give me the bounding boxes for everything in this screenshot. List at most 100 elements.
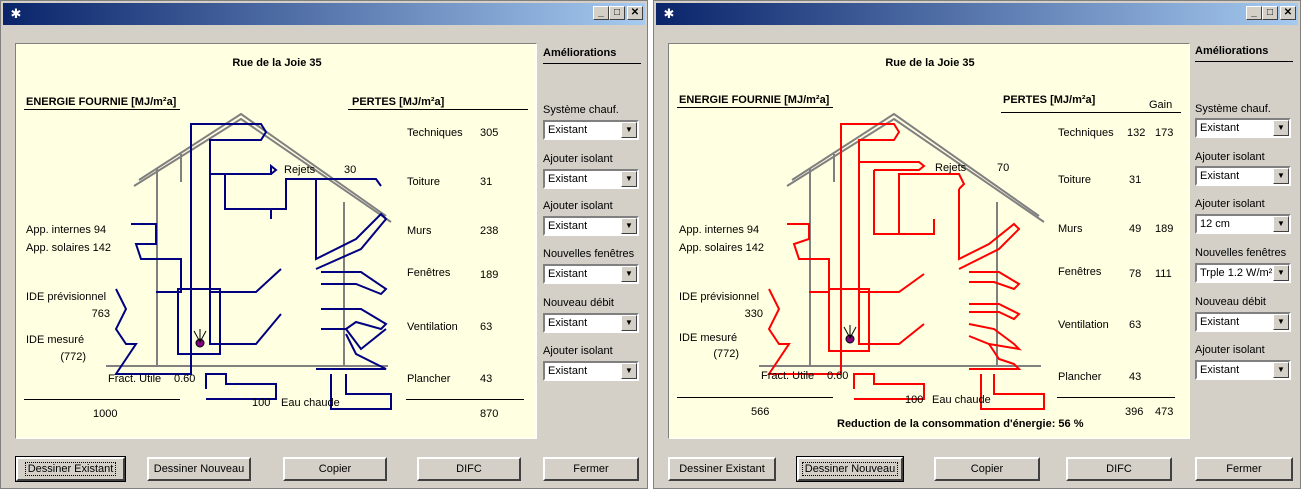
chevron-down-icon[interactable]: ▼ <box>621 266 637 282</box>
floor-insulation-select[interactable]: Existant ▼ <box>1195 360 1291 380</box>
difc-button[interactable]: DIFC <box>1066 457 1172 481</box>
ide-measured-value: (772) <box>60 351 86 363</box>
roof-insulation-select[interactable]: Existant ▼ <box>543 169 639 189</box>
loss-label: Techniques <box>407 127 463 139</box>
wall-insulation-select[interactable]: 12 cm ▼ <box>1195 214 1291 234</box>
ameliorations-title: Améliorations <box>543 47 617 59</box>
app-icon[interactable]: ✱ <box>662 7 676 21</box>
window-new: ✱ _ □ ✕ Rue de la Joie 35 ENERGIE FOURNI… <box>653 0 1301 489</box>
house-outline <box>759 112 1045 367</box>
button-label: Dessiner Nouveau <box>801 462 899 476</box>
title-bar[interactable]: ✱ _ □ ✕ <box>656 3 1298 25</box>
rejets-label: Rejets <box>284 164 316 176</box>
ventilation-rate-select[interactable]: Existant ▼ <box>1195 312 1291 332</box>
chevron-down-icon[interactable]: ▼ <box>1273 120 1289 136</box>
chevron-down-icon[interactable]: ▼ <box>1273 362 1289 378</box>
window-existing: ✱ _ □ ✕ Rue de la Joie 35 ENERGIE FOURNI… <box>0 0 648 489</box>
useful-fraction-label: Fract. Utile <box>108 373 162 385</box>
flame-icon <box>843 325 857 344</box>
option-label: Nouveau débit <box>1195 296 1266 308</box>
app-icon[interactable]: ✱ <box>9 7 23 21</box>
chevron-down-icon[interactable]: ▼ <box>1273 265 1289 281</box>
new-windows-select[interactable]: Existant ▼ <box>543 264 639 284</box>
option-label: Système chauf. <box>543 104 619 116</box>
draw-existing-button[interactable]: Dessiner Existant <box>15 456 126 482</box>
heating-system-select[interactable]: Existant ▼ <box>1195 118 1291 138</box>
loss-value: 43 <box>1129 371 1142 383</box>
maximize-button[interactable]: □ <box>609 6 625 20</box>
maximize-button[interactable]: □ <box>1262 6 1278 20</box>
select-value: Existant <box>548 220 588 232</box>
loss-label: Plancher <box>407 373 451 385</box>
heating-system-select[interactable]: Existant ▼ <box>543 120 639 140</box>
copy-button[interactable]: Copier <box>283 457 387 481</box>
useful-fraction-label: Fract. Utile <box>761 370 815 382</box>
flame-icon <box>193 329 207 348</box>
ide-measured-label: IDE mesuré <box>26 334 85 346</box>
close-button[interactable]: ✕ <box>627 6 643 20</box>
hot-water-label: Eau chaude <box>932 394 991 406</box>
draw-new-button[interactable]: Dessiner Nouveau <box>796 456 904 482</box>
chevron-down-icon[interactable]: ▼ <box>621 218 637 234</box>
minimize-button[interactable]: _ <box>593 6 609 20</box>
close-dialog-button[interactable]: Fermer <box>1195 457 1293 481</box>
wall-insulation-select[interactable]: Existant ▼ <box>543 216 639 236</box>
solar-gains: App. solaires 142 <box>26 242 111 254</box>
title-bar[interactable]: ✱ _ □ ✕ <box>3 3 645 25</box>
loss-label: Toiture <box>1058 174 1092 186</box>
difc-button[interactable]: DIFC <box>417 457 521 481</box>
select-value: Existant <box>548 173 588 185</box>
select-value: Existant <box>548 317 588 329</box>
solar-gains: App. solaires 142 <box>679 242 764 254</box>
address-title: Rue de la Joie 35 <box>885 57 975 69</box>
total-out-line <box>1057 397 1175 398</box>
close-dialog-button[interactable]: Fermer <box>543 457 639 481</box>
chevron-down-icon[interactable]: ▼ <box>621 315 637 331</box>
copy-button[interactable]: Copier <box>934 457 1040 481</box>
button-label: Dessiner Nouveau <box>153 463 245 475</box>
rejets-label: Rejets <box>935 162 967 174</box>
loss-value: 31 <box>1129 174 1142 186</box>
chevron-down-icon[interactable]: ▼ <box>621 171 637 187</box>
draw-new-button[interactable]: Dessiner Nouveau <box>147 457 251 481</box>
chevron-down-icon[interactable]: ▼ <box>621 363 637 379</box>
select-value: 12 cm <box>1200 218 1230 230</box>
chevron-down-icon[interactable]: ▼ <box>1273 168 1289 184</box>
button-label: Fermer <box>1226 463 1262 475</box>
ameliorations-underline <box>1195 61 1293 62</box>
loss-value: 78 <box>1129 268 1142 280</box>
roof-insulation-select[interactable]: Existant ▼ <box>1195 166 1291 186</box>
ventilation-rate-select[interactable]: Existant ▼ <box>543 313 639 333</box>
hot-water-value: 100 <box>252 397 271 409</box>
ide-measured-value: (772) <box>713 348 739 360</box>
select-value: Existant <box>1200 170 1240 182</box>
hot-water-value: 100 <box>905 394 924 406</box>
option-label: Ajouter isolant <box>1195 344 1265 356</box>
loss-gain: 173 <box>1155 127 1174 139</box>
loss-value: 132 <box>1127 127 1146 139</box>
energy-title-underline <box>24 109 180 110</box>
chevron-down-icon[interactable]: ▼ <box>621 122 637 138</box>
chevron-down-icon[interactable]: ▼ <box>1273 314 1289 330</box>
draw-existing-button[interactable]: Dessiner Existant <box>668 457 776 481</box>
loss-value: 238 <box>480 225 499 237</box>
chevron-down-icon[interactable]: ▼ <box>1273 216 1289 232</box>
loss-label: Murs <box>407 225 432 237</box>
loss-gain: 111 <box>1155 268 1172 280</box>
loss-label: Ventilation <box>1058 319 1109 331</box>
loss-label: Toiture <box>407 176 441 188</box>
minimize-button[interactable]: _ <box>1246 6 1262 20</box>
loss-label: Techniques <box>1058 127 1114 139</box>
new-windows-select[interactable]: Trple 1.2 W/m² ▼ <box>1195 263 1291 283</box>
close-button[interactable]: ✕ <box>1280 6 1296 20</box>
internal-gains: App. internes 94 <box>679 224 760 236</box>
select-value: Existant <box>548 365 588 377</box>
loss-label: Plancher <box>1058 371 1102 383</box>
loss-label: Fenêtres <box>1058 266 1102 278</box>
hot-water-label: Eau chaude <box>281 397 340 409</box>
useful-fraction-value: 0.60 <box>827 370 849 382</box>
loss-label: Murs <box>1058 223 1083 235</box>
total-out-line <box>406 399 524 400</box>
loss-value: 31 <box>480 176 493 188</box>
floor-insulation-select[interactable]: Existant ▼ <box>543 361 639 381</box>
